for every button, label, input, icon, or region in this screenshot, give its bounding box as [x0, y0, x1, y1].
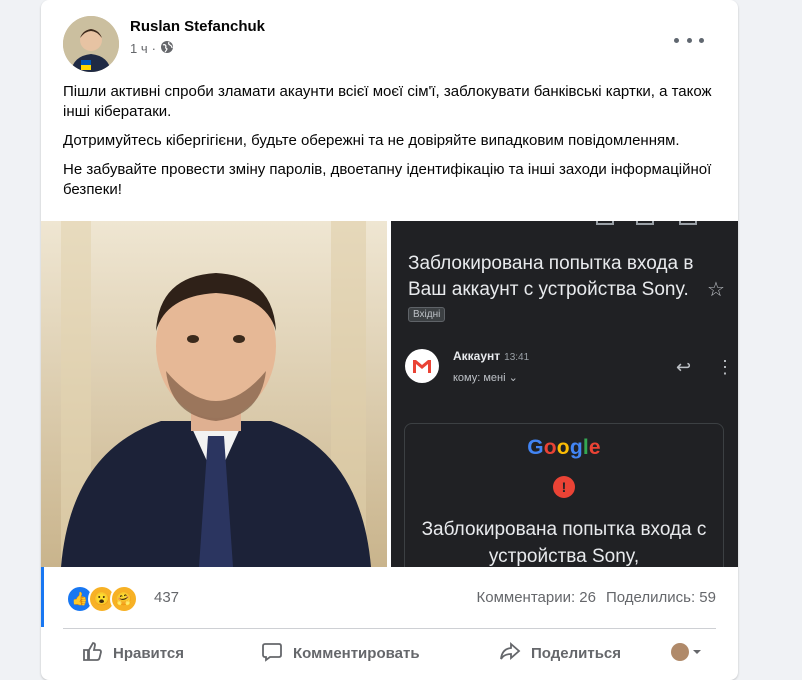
comment-icon [261, 640, 283, 666]
post-paragraph: Пішли активні спроби зламати акаунти всі… [63, 83, 712, 120]
comment-button[interactable]: Комментировать [261, 640, 420, 666]
email-toolbar-icons [391, 221, 738, 227]
post-actions: Нравится Комментировать Поделиться [63, 640, 716, 680]
author-name[interactable]: Ruslan Stefanchuk [130, 18, 265, 35]
author-avatar[interactable] [63, 16, 119, 72]
globe-icon [160, 40, 174, 57]
post-text: Пішли активні спроби зламати акаунти всі… [63, 82, 723, 209]
email-recipient: кому: мені ⌄ [453, 372, 518, 384]
email-time: 13:41 [504, 352, 530, 363]
meta-dot: · [151, 41, 156, 56]
inbox-label: Вхідні [408, 307, 446, 322]
blocked-message: Заблокирована попытка входа с устройства… [421, 519, 707, 567]
kebab-icon: ⋮ [716, 357, 734, 377]
reactions-bar: 👍 😮 🤗 437 Комментарии: 26 Поделились: 59 [41, 567, 738, 627]
email-body-card: Google ! Заблокирована попытка входа с у… [404, 423, 724, 567]
star-icon: ☆ [707, 279, 725, 301]
more-options-icon[interactable] [674, 30, 704, 50]
sender-name: Аккаунт [453, 349, 501, 363]
share-button[interactable]: Поделиться [499, 640, 621, 666]
google-logo: Google [527, 436, 601, 459]
reaction-count[interactable]: 437 [154, 589, 179, 606]
email-screenshot[interactable]: Заблокирована попытка входа в Ваш аккаун… [391, 221, 738, 567]
reaction-icons[interactable]: 👍 😮 🤗 [66, 585, 138, 613]
like-button[interactable]: Нравится [81, 640, 184, 666]
post-time[interactable]: 1 ч [130, 41, 148, 56]
post-photos: Заблокирована попытка входа в Ваш аккаун… [41, 221, 738, 567]
email-sender: Аккаунт 13:41 [453, 349, 529, 363]
post-meta: 1 ч · [130, 40, 174, 57]
shares-count[interactable]: Поделились: 59 [606, 589, 716, 606]
audience-selector[interactable] [671, 642, 701, 662]
post-card: Ruslan Stefanchuk 1 ч · Пішли активні сп… [41, 0, 738, 680]
post-stats: Комментарии: 26 Поделились: 59 [477, 589, 717, 606]
divider [63, 628, 716, 629]
email-subject: Заблокирована попытка входа в Ваш аккаун… [408, 253, 694, 300]
share-icon [499, 640, 521, 666]
reply-icon: ↩ [676, 357, 692, 377]
care-reaction-icon: 🤗 [110, 585, 138, 613]
gmail-icon [405, 349, 439, 383]
comments-count[interactable]: Комментарии: 26 [477, 589, 597, 606]
thumbs-up-icon [81, 640, 103, 666]
portrait-photo[interactable] [41, 221, 387, 567]
alert-icon: ! [553, 476, 575, 498]
post-paragraph: Не забувайте провести зміну паролів, дво… [63, 161, 712, 198]
post-paragraph: Дотримуйтесь кібергігієни, будьте обереж… [63, 132, 680, 149]
